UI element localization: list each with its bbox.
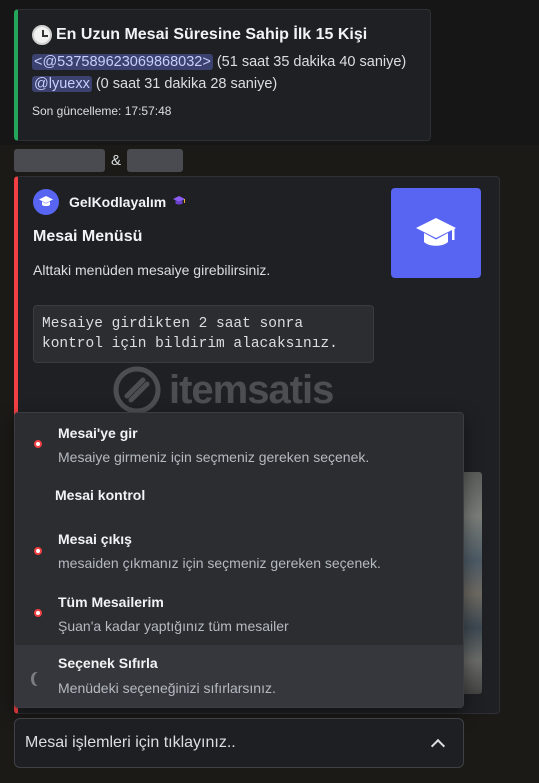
embed-author: GelKodlayalım (33, 189, 186, 215)
option-description: mesaiden çıkmanız için seçmeniz gereken … (58, 555, 381, 571)
menu-option-mesaiye-gir[interactable]: Mesai'ye gir Mesaiye girmeniz için seçme… (15, 413, 463, 473)
select-menu-dropdown: Mesai'ye gir Mesaiye girmeniz için seçme… (14, 412, 464, 708)
menu-option-mesai-kontrol[interactable]: Mesai kontrol (15, 473, 463, 523)
option-label: Mesai'ye gir (58, 425, 138, 441)
option-description: Menüdeki seçeneğinizi sıfırlarsınız. (58, 680, 276, 696)
separator: & (111, 152, 122, 169)
select-placeholder: Mesai işlemleri için tıklayınız.. (25, 734, 236, 751)
option-description: Şuan'a kadar yaptığınız tüm mesailer (58, 618, 289, 634)
option-label: Seçenek Sıfırla (58, 655, 158, 671)
author-avatar (33, 189, 59, 215)
leaderboard-embed: En Uzun Mesai Süresine Sahip İlk 15 Kişi… (14, 9, 431, 141)
watermark: itemsatis (113, 366, 334, 414)
code-line: kontrol için bildirim alacaksınız. (42, 336, 338, 352)
embed-description: Alttaki menüden mesaiye girebilirsiniz. (33, 262, 271, 278)
leaderboard-entry: <@537589623069868032> (51 saat 35 dakika… (32, 52, 416, 72)
author-name[interactable]: GelKodlayalım (69, 194, 166, 210)
graduation-cap-emoji-icon (172, 195, 186, 210)
clock-icon (32, 25, 52, 45)
option-description: Mesaiye girmeniz için seçmeniz gereken s… (58, 449, 370, 465)
redacted-mention (127, 149, 184, 172)
embed-thumbnail[interactable] (391, 188, 481, 278)
option-label: Tüm Mesailerim (58, 594, 164, 610)
code-block: Mesaiye girdikten 2 saat sonra kontrol i… (33, 305, 374, 363)
red-dot-icon (34, 609, 42, 617)
user-mention[interactable]: <@537589623069868032> (32, 54, 213, 70)
embed-title: En Uzun Mesai Süresine Sahip İlk 15 Kişi (56, 26, 368, 43)
menu-option-mesai-cikis[interactable]: Mesai çıkış mesaiden çıkmanız için seçme… (15, 523, 463, 585)
chevron-up-icon (431, 737, 443, 749)
redacted-mention (14, 149, 105, 172)
select-menu[interactable]: Mesai işlemleri için tıklayınız.. (14, 718, 464, 768)
graduation-cap-icon (416, 218, 456, 246)
embed-title-row: En Uzun Mesai Süresine Sahip İlk 15 Kişi (32, 22, 416, 48)
redacted-mentions: & (14, 149, 184, 172)
graduation-cap-icon (39, 196, 53, 207)
embed-image[interactable] (464, 472, 482, 694)
option-label: Mesai kontrol (55, 487, 146, 503)
moon-icon (34, 672, 44, 686)
watermark-logo-icon (113, 366, 161, 414)
embed-footer: Son güncelleme: 17:57:48 (32, 104, 172, 118)
menu-option-secenek-sifirla[interactable]: Seçenek Sıfırla Menüdeki seçeneğinizi sı… (15, 645, 463, 707)
entry-detail: (51 saat 35 dakika 40 saniye) (212, 54, 407, 70)
code-line: Mesaiye girdikten 2 saat sonra (42, 316, 304, 332)
user-mention[interactable]: @lyuexx (32, 76, 92, 92)
leaderboard-entry: @lyuexx (0 saat 31 dakika 28 saniye) (32, 74, 416, 94)
menu-option-tum-mesailerim[interactable]: Tüm Mesailerim Şuan'a kadar yaptığınız t… (15, 585, 463, 645)
entry-detail: (0 saat 31 dakika 28 saniye) (91, 76, 278, 92)
embed-title: Mesai Menüsü (33, 228, 143, 245)
red-dot-icon (34, 547, 42, 555)
watermark-text: itemsatis (169, 367, 334, 412)
option-label: Mesai çıkış (58, 531, 132, 547)
red-dot-icon (34, 440, 42, 448)
